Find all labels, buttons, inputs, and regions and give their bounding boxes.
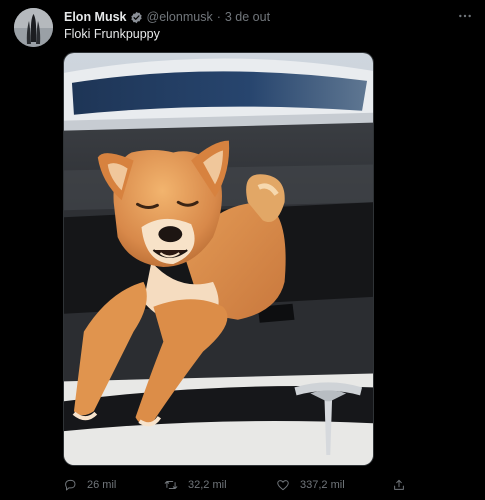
reply-count: 26 mil [87, 479, 117, 491]
heart-icon [277, 480, 289, 491]
like-count: 337,2 mil [300, 479, 345, 491]
retweet-count: 32,2 mil [188, 479, 227, 491]
header-separator: · [216, 10, 221, 24]
retweet-icon [164, 481, 178, 489]
tweet-header: Elon Musk @elonmusk · 3 de out [64, 9, 270, 25]
more-horizontal-icon[interactable] [455, 8, 475, 24]
tweet[interactable]: Elon Musk @elonmusk · 3 de out Floki Fru… [0, 0, 485, 500]
tweet-media-image[interactable] [63, 52, 374, 466]
verified-badge-icon [130, 11, 143, 24]
tweet-actions: 26 mil 32,2 mil 337,2 mil [63, 476, 413, 494]
share-icon [394, 479, 404, 490]
reply-button[interactable]: 26 mil [63, 476, 116, 494]
share-button[interactable] [392, 476, 406, 494]
avatar[interactable] [14, 8, 53, 47]
retweet-button[interactable]: 32,2 mil [164, 476, 227, 494]
tweet-text: Floki Frunkpuppy [64, 27, 160, 41]
display-name[interactable]: Elon Musk [64, 9, 127, 25]
like-button[interactable]: 337,2 mil [276, 476, 345, 494]
tweet-timestamp[interactable]: 3 de out [225, 9, 270, 25]
reply-icon [65, 479, 76, 491]
user-handle[interactable]: @elonmusk [147, 9, 213, 25]
